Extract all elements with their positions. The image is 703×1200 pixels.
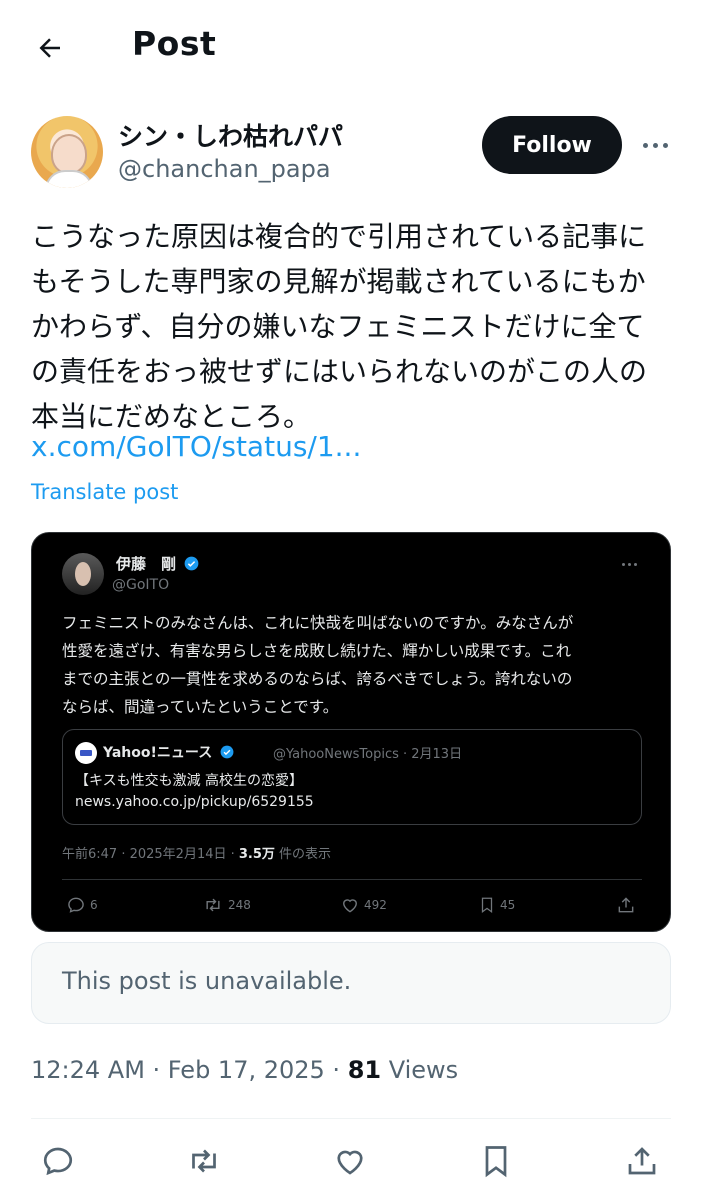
embed-views-label: 件の表示 — [274, 847, 332, 862]
arrow-left-icon — [39, 38, 60, 58]
bookmark-icon — [485, 1146, 507, 1178]
embed-bookmark: 45 — [478, 895, 515, 915]
post-text: こうなった原因は複合的で引用されている記事に もそうした専門家の見解が掲載されて… — [31, 214, 671, 439]
views-count: 81 — [347, 1056, 382, 1084]
avatar[interactable] — [31, 116, 103, 188]
top-bar: Post — [0, 0, 703, 96]
embed-views-count: 3.5万 — [238, 847, 275, 862]
embed-name-text: 伊藤 剛 — [116, 555, 177, 573]
embed-share — [616, 895, 636, 915]
embed-avatar — [62, 553, 104, 595]
embed-text-line: までの主張との一貫性を求めるのならば、誇るべきでしょう。誇れないの — [62, 670, 573, 688]
display-name[interactable]: シン・しわ枯れパパ — [118, 117, 343, 153]
embed-reply: 6 — [66, 895, 98, 915]
heart-icon — [337, 1150, 363, 1175]
embed-text-line: 性愛を遠ざけ、有害な男らしさを成敗し続けた、輝かしい成果です。これ — [62, 642, 572, 660]
embed-quote-card: Yahoo!ニュース @YahooNewsTopics · 2月13日 【キスも… — [62, 729, 642, 825]
page-title: Post — [132, 24, 217, 63]
bookmark-icon — [481, 897, 493, 914]
yahoo-news-icon — [75, 742, 97, 764]
follow-button[interactable]: Follow — [482, 116, 622, 174]
embed-more-icon — [622, 563, 644, 569]
back-button[interactable] — [30, 28, 70, 68]
views-label: Views — [381, 1056, 459, 1084]
repost-button[interactable] — [186, 1143, 222, 1179]
quote-url: news.yahoo.co.jp/pickup/6529155 — [75, 794, 314, 810]
share-icon — [618, 897, 634, 913]
verified-icon — [220, 745, 234, 759]
embed-text-line: ならば、間違っていたということです。 — [62, 698, 339, 716]
quote-title: 【キスも性交も激減 高校生の恋愛】 — [75, 773, 304, 789]
embed-handle: @GoITO — [112, 577, 170, 593]
embed-reply-count: 6 — [90, 898, 98, 912]
embed-bookmark-count: 45 — [500, 898, 516, 912]
embed-divider — [62, 879, 642, 880]
translate-post-link[interactable]: Translate post — [31, 480, 178, 504]
repost-icon — [192, 1149, 216, 1173]
repost-icon — [206, 898, 220, 912]
quote-meta: @YahooNewsTopics · 2月13日 — [273, 747, 463, 762]
post-timestamp[interactable]: 12:24 AM · Feb 17, 2025 · — [31, 1056, 348, 1084]
post-link[interactable]: x.com/GoITO/status/1... — [31, 430, 361, 463]
reply-icon — [68, 897, 84, 913]
embed-timestamp: 午前6:47 · 2025年2月14日 · 3.5万 件の表示 — [62, 843, 331, 862]
embed-repost: 248 — [202, 895, 251, 915]
like-button[interactable] — [332, 1143, 368, 1179]
unavailable-text: This post is unavailable. — [62, 967, 352, 995]
embed-repost-count: 248 — [228, 898, 251, 912]
heart-icon — [343, 899, 357, 913]
embed-like-count: 492 — [364, 898, 387, 912]
unavailable-post-card: This post is unavailable. — [31, 942, 671, 1024]
embed-time-text: 午前6:47 · 2025年2月14日 · — [62, 847, 239, 862]
reply-button[interactable] — [40, 1143, 76, 1179]
post-text-line: もそうした専門家の見解が掲載されているにもか — [31, 265, 646, 298]
post-text-line: こうなった原因は複合的で引用されている記事に — [31, 220, 647, 253]
share-icon — [628, 1147, 656, 1175]
embedded-screenshot: 伊藤 剛 @GoITO フェミニストのみなさんは、これに快哉を叫ばないのですか。… — [31, 532, 671, 932]
post-meta: 12:24 AM · Feb 17, 2025 · 81 Views — [31, 1056, 458, 1084]
verified-icon — [184, 556, 199, 571]
quote-display-name: Yahoo!ニュース — [103, 742, 234, 762]
embed-text-line: フェミニストのみなさんは、これに快哉を叫ばないのですか。みなさんが — [62, 614, 574, 632]
more-options-button[interactable] — [638, 132, 672, 158]
quote-name-text: Yahoo!ニュース — [103, 745, 213, 761]
reply-icon — [43, 1147, 73, 1176]
share-button[interactable] — [624, 1143, 660, 1179]
user-handle[interactable]: @chanchan_papa — [118, 155, 331, 183]
embed-like: 492 — [340, 895, 387, 915]
bookmark-button[interactable] — [478, 1143, 514, 1179]
embed-display-name: 伊藤 剛 — [116, 553, 199, 574]
post-text-line: かわらず、自分の嫌いなフェミニストだけに全て — [31, 310, 645, 343]
actions-divider — [31, 1118, 671, 1119]
embed-text: フェミニストのみなさんは、これに快哉を叫ばないのですか。みなさんが 性愛を遠ざけ… — [62, 609, 644, 721]
post-text-line: の責任をおっ被せずにはいられないのがこの人の — [31, 355, 648, 388]
